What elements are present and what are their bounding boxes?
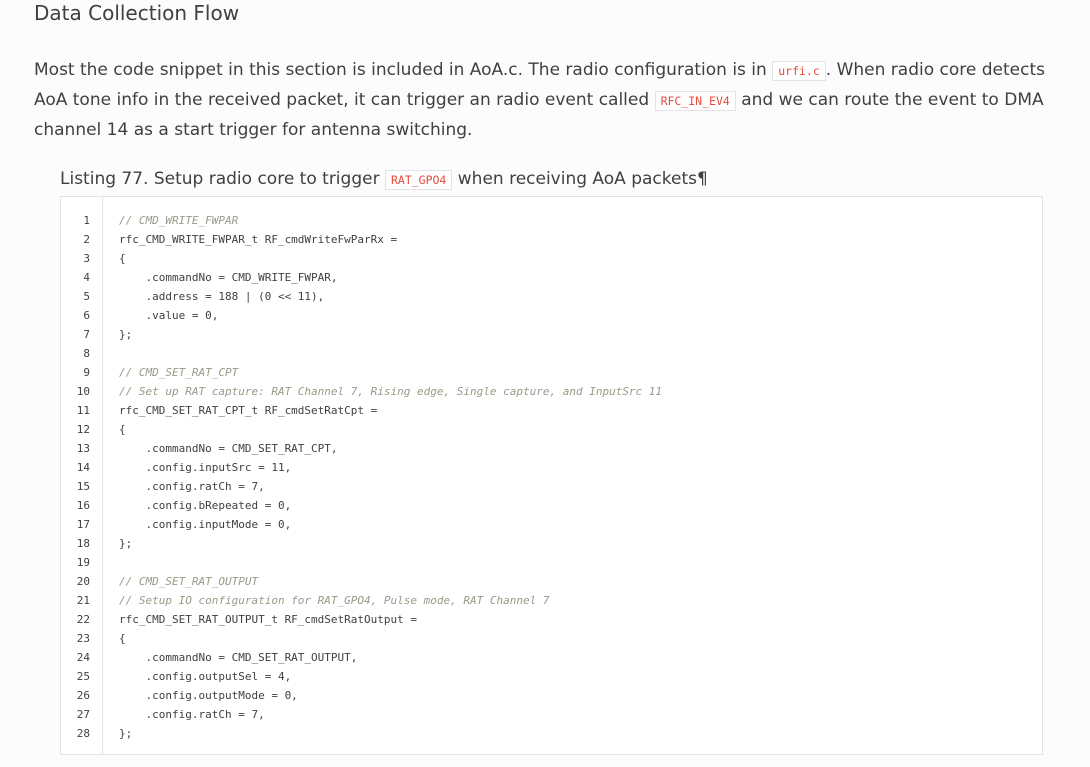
line-number: 9: [83, 366, 90, 379]
code-line: rfc_CMD_SET_RAT_CPT_t RF_cmdSetRatCpt =: [119, 404, 378, 417]
code-comment-line: // CMD_SET_RAT_CPT: [119, 366, 239, 379]
line-number: 12: [76, 423, 90, 436]
code-line: {: [119, 632, 126, 645]
caption-prefix: Listing 77. Setup radio core to trigger: [60, 169, 385, 189]
line-number: 22: [76, 613, 90, 626]
line-number: 14: [76, 461, 90, 474]
code-line: .config.inputMode = 0,: [119, 518, 292, 531]
code-line: };: [119, 537, 133, 550]
code-line: .config.bRepeated = 0,: [119, 499, 292, 512]
code-line: };: [119, 727, 133, 740]
line-number: 23: [76, 632, 90, 645]
line-number: 15: [76, 480, 90, 493]
code-line: .config.ratCh = 7,: [119, 708, 265, 721]
line-number: 26: [76, 689, 90, 702]
code-line: .config.outputSel = 4,: [119, 670, 292, 683]
code-line: .config.ratCh = 7,: [119, 480, 265, 493]
code-line: rfc_CMD_WRITE_FWPAR_t RF_cmdWriteFwParRx…: [119, 233, 398, 246]
line-number: 16: [76, 499, 90, 512]
inline-code-urfi: urfi.c: [772, 61, 826, 81]
paragraph-text-1: Most the code snippet in this section is…: [34, 60, 773, 80]
code-line: .config.inputSrc = 11,: [119, 461, 292, 474]
line-number: 5: [83, 290, 90, 303]
inline-code-rfc-in-ev4: RFC_IN_EV4: [654, 91, 736, 111]
code-line: .commandNo = CMD_SET_RAT_OUTPUT,: [119, 651, 358, 664]
code-comment-line: // Set up RAT capture: RAT Channel 7, Ri…: [119, 385, 663, 398]
code-line: .config.outputMode = 0,: [119, 689, 298, 702]
code-line: {: [119, 423, 126, 436]
line-number: 3: [83, 252, 90, 265]
code-listing: 1 2 3 4 5 6 7 8 9 10 11 12 13 14 15 16 17 18 19 20 21 22 23 24 2…: [60, 196, 1043, 755]
line-number: 11: [76, 404, 90, 417]
line-number: 7: [83, 328, 90, 341]
line-number: 28: [76, 727, 90, 740]
line-number-gutter: 1 2 3 4 5 6 7 8 9 10 11 12 13 14 15 16 17 18 19 20 21 22 23 24 2…: [61, 197, 103, 754]
code-line: {: [119, 252, 126, 265]
line-number: 1: [83, 214, 90, 227]
listing-caption: Listing 77. Setup radio core to trigger …: [60, 166, 708, 193]
line-number: 6: [83, 309, 90, 322]
intro-paragraph: Most the code snippet in this section is…: [34, 56, 1064, 145]
code-line: };: [119, 328, 133, 341]
permalink-pilcrow[interactable]: ¶: [697, 169, 708, 189]
code-line: .value = 0,: [119, 309, 219, 322]
caption-suffix: when receiving AoA packets: [452, 169, 697, 189]
line-number: 25: [76, 670, 90, 683]
doc-page: Data Collection Flow Most the code snipp…: [0, 0, 1090, 767]
line-number: 21: [76, 594, 90, 607]
line-number: 27: [76, 708, 90, 721]
line-number: 20: [76, 575, 90, 588]
line-number: 4: [83, 271, 90, 284]
line-number: 2: [83, 233, 90, 246]
code-comment-line: // CMD_WRITE_FWPAR: [119, 214, 239, 227]
line-number: 8: [83, 347, 90, 360]
code-line: .address = 188 | (0 << 11),: [119, 290, 325, 303]
code-line: rfc_CMD_SET_RAT_OUTPUT_t RF_cmdSetRatOut…: [119, 613, 418, 626]
code-comment-line: // Setup IO configuration for RAT_GPO4, …: [119, 594, 550, 607]
code-line: .commandNo = CMD_SET_RAT_CPT,: [119, 442, 338, 455]
line-number: 17: [76, 518, 90, 531]
code-comment-line: // CMD_SET_RAT_OUTPUT: [119, 575, 259, 588]
code-line: .commandNo = CMD_WRITE_FWPAR,: [119, 271, 338, 284]
line-number: 19: [76, 556, 90, 569]
caption-code: RAT_GPO4: [384, 170, 453, 190]
line-number: 18: [76, 537, 90, 550]
line-number: 24: [76, 651, 90, 664]
section-heading: Data Collection Flow: [34, 1, 240, 25]
line-number: 13: [76, 442, 90, 455]
line-number: 10: [76, 385, 90, 398]
